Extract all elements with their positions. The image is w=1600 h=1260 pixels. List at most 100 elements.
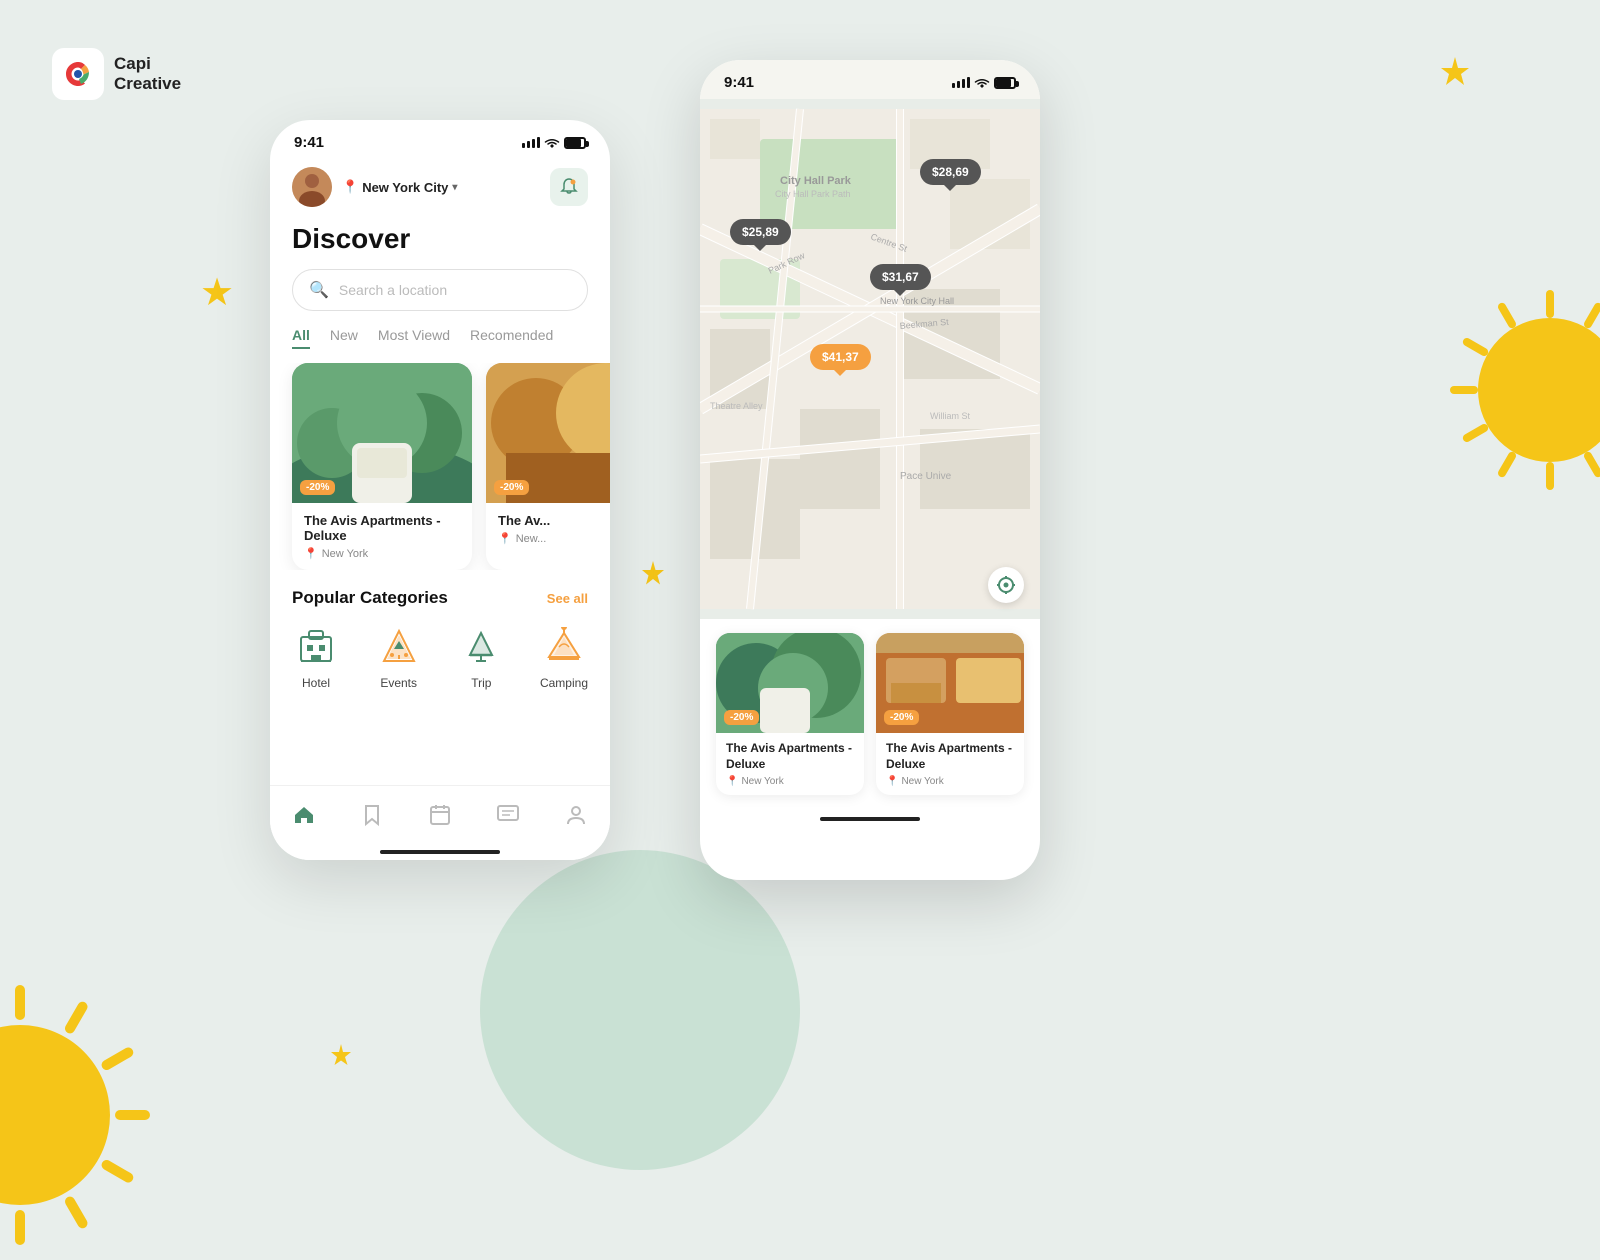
category-trip[interactable]: Trip [457, 622, 505, 690]
avatar [292, 167, 332, 207]
card-title-2: The Av... [498, 513, 610, 528]
cross-decoration-mid [640, 560, 666, 591]
status-bar-2: 9:41 [700, 60, 1040, 99]
map-card-body-2: The Avis Apartments - Deluxe 📍 New York [876, 733, 1024, 795]
nav-profile[interactable] [564, 803, 588, 827]
trip-icon [457, 622, 505, 670]
map-card-discount-2: -20% [884, 710, 919, 725]
bottom-navigation [270, 785, 610, 860]
signal-icon [522, 137, 540, 148]
category-events[interactable]: Events [375, 622, 423, 690]
cross-decoration-bottom [330, 1043, 352, 1070]
status-icons-2 [952, 77, 1016, 89]
price-pin-3[interactable]: $31,67 [870, 264, 931, 290]
category-hotel[interactable]: Hotel [292, 622, 340, 690]
chevron-down-icon: ▾ [452, 182, 457, 193]
camping-icon [540, 622, 588, 670]
signal-icon-2 [952, 77, 970, 88]
phone1-discover: 9:41 [270, 120, 610, 860]
popular-header: Popular Categories See all [292, 588, 588, 608]
price-pin-2[interactable]: $25,89 [730, 219, 791, 245]
property-card-1[interactable]: -20% The Avis Apartments - Deluxe 📍 New … [292, 363, 472, 570]
green-circle-decoration [480, 850, 800, 1170]
price-pin-active[interactable]: $41,37 [810, 344, 871, 370]
location-button[interactable]: 📍 New York City ▾ [342, 179, 457, 195]
price-pin-1[interactable]: $28,69 [920, 159, 981, 185]
battery-icon [564, 137, 586, 149]
map-card-image-1: -20% [716, 633, 864, 733]
property-card-2[interactable]: -20% The Av... 📍 New... [486, 363, 610, 570]
map-card-location-2: 📍 New York [886, 776, 1014, 787]
nav-calendar[interactable] [428, 803, 452, 827]
wifi-icon-2 [974, 77, 990, 89]
svg-text:Theatre Alley: Theatre Alley [710, 401, 763, 411]
status-icons-1 [522, 137, 586, 149]
status-bar-1: 9:41 [270, 120, 610, 159]
card-location-2: 📍 New... [498, 532, 610, 545]
map-card-pin-2: 📍 [886, 776, 898, 787]
tab-all[interactable]: All [292, 327, 310, 349]
cross-decoration-top [1440, 55, 1470, 90]
card-pin-icon-1: 📍 [304, 547, 318, 560]
card-pin-icon-2: 📍 [498, 532, 512, 545]
card-location-1: 📍 New York [304, 547, 460, 560]
home-indicator [380, 850, 500, 854]
sun-decoration-left [0, 975, 200, 1260]
svg-text:City Hall Park: City Hall Park [780, 175, 852, 187]
locate-icon [996, 575, 1016, 595]
locate-button[interactable] [988, 567, 1024, 603]
card-body-2: The Av... 📍 New... [486, 503, 610, 555]
user-header: 📍 New York City ▾ [270, 159, 610, 217]
wifi-icon [544, 137, 560, 149]
events-label: Events [380, 676, 417, 690]
map-card-1[interactable]: -20% The Avis Apartments - Deluxe 📍 New … [716, 633, 864, 795]
home-indicator-2 [700, 809, 1040, 829]
card-body-1: The Avis Apartments - Deluxe 📍 New York [292, 503, 472, 570]
hotel-label: Hotel [302, 676, 330, 690]
card-title-1: The Avis Apartments - Deluxe [304, 513, 460, 543]
discount-badge-2: -20% [494, 480, 529, 495]
popular-categories: Popular Categories See all Hotel [270, 570, 610, 700]
map-card-location-1: 📍 New York [726, 776, 854, 787]
location-text: New York City [362, 180, 448, 195]
map-card-title-2: The Avis Apartments - Deluxe [886, 741, 1014, 772]
search-icon: 🔍 [309, 280, 329, 300]
nav-bookmarks[interactable] [360, 803, 384, 827]
see-all-button[interactable]: See all [547, 591, 588, 606]
svg-text:New York City Hall: New York City Hall [880, 296, 954, 306]
tab-new[interactable]: New [330, 327, 358, 349]
nav-home[interactable] [292, 803, 316, 827]
property-cards: -20% The Avis Apartments - Deluxe 📍 New … [270, 363, 610, 570]
svg-text:William St: William St [930, 411, 970, 421]
map-view[interactable]: Park Row Centre St Beekman St City Hall … [700, 99, 1040, 619]
sun-decoration-right [1440, 280, 1600, 505]
map-card-2[interactable]: -20% The Avis Apartments - Deluxe 📍 New … [876, 633, 1024, 795]
bell-icon [559, 177, 579, 197]
phone2-map: 9:41 [700, 60, 1040, 880]
map-card-body-1: The Avis Apartments - Deluxe 📍 New York [716, 733, 864, 795]
time-1: 9:41 [294, 134, 324, 151]
events-icon [375, 622, 423, 670]
camping-label: Camping [540, 676, 588, 690]
svg-text:Pace Unive: Pace Unive [900, 471, 952, 482]
trip-label: Trip [471, 676, 491, 690]
tab-most-viewed[interactable]: Most Viewd [378, 327, 450, 349]
map-card-pin-1: 📍 [726, 776, 738, 787]
time-2: 9:41 [724, 74, 754, 91]
battery-icon-2 [994, 77, 1016, 89]
search-bar[interactable]: 🔍 Search a location [292, 269, 588, 311]
svg-text:City Hall Park Path: City Hall Park Path [775, 189, 851, 199]
logo: Capi Creative [52, 48, 181, 100]
nav-messages[interactable] [496, 803, 520, 827]
location-pin-icon: 📍 [342, 179, 358, 195]
discount-badge-1: -20% [300, 480, 335, 495]
card-image-1: -20% [292, 363, 472, 503]
tab-recommended[interactable]: Recomended [470, 327, 553, 349]
map-card-title-1: The Avis Apartments - Deluxe [726, 741, 854, 772]
star-decoration: ★ [200, 270, 234, 315]
logo-text: Capi Creative [114, 54, 181, 95]
notification-button[interactable] [550, 168, 588, 206]
hotel-icon [292, 622, 340, 670]
category-camping[interactable]: Camping [540, 622, 588, 690]
map-card-image-2: -20% [876, 633, 1024, 733]
